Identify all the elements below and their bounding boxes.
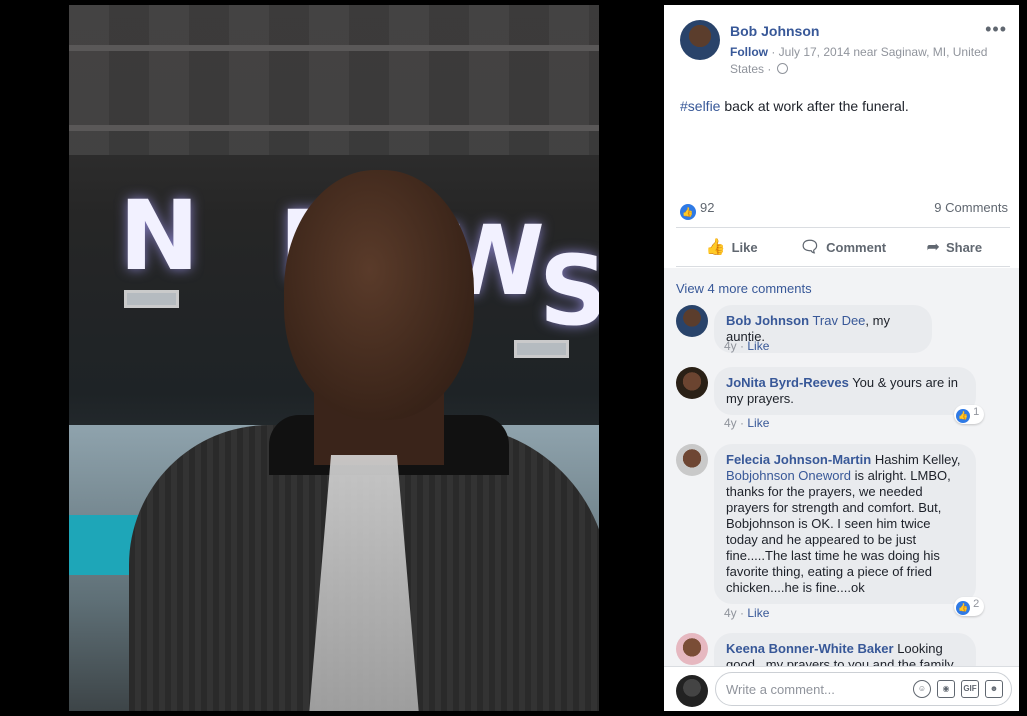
current-user-avatar [676, 675, 708, 707]
commenter-avatar[interactable] [676, 633, 708, 665]
commenter-avatar[interactable] [676, 367, 708, 399]
post-sidebar: Bob Johnson ••• Follow · July 17, 2014 n… [664, 5, 1019, 711]
comment-meta: 4y · Like [724, 606, 770, 620]
tagged-user[interactable]: Bobjohnson Oneword [726, 468, 851, 483]
like-reaction-icon: 👍 [956, 601, 970, 615]
view-more-comments-link[interactable]: View 4 more comments [676, 281, 812, 296]
hashtag-link[interactable]: #selfie [680, 98, 720, 114]
share-button[interactable]: ➦ Share [899, 228, 1010, 266]
comments-section: View 4 more comments Bob Johnson Trav De… [664, 268, 1019, 666]
post-photo[interactable]: N E W S [69, 5, 599, 711]
tagged-user[interactable]: Trav Dee [812, 313, 865, 328]
like-button[interactable]: 👍 Like [676, 228, 787, 266]
comment-item: Keena Bonner-White Baker Looking good...… [676, 633, 996, 666]
comment-like-link[interactable]: Like [747, 416, 769, 430]
thumbs-up-icon: 👍 [705, 239, 726, 256]
follow-link[interactable]: Follow [730, 45, 768, 59]
comment-label: Comment [826, 239, 887, 255]
post-body: back at work after the funeral. [720, 98, 909, 114]
sticker-icon[interactable]: ☻ [985, 680, 1003, 698]
comment-item: Felecia Johnson-Martin Hashim Kelley, Bo… [676, 444, 996, 624]
comment-text-prefix: Hashim Kelley, [871, 452, 961, 467]
comment-placeholder: Write a comment... [726, 682, 835, 697]
emoji-icon[interactable]: ☺ [913, 680, 931, 698]
author-avatar[interactable] [680, 20, 720, 60]
sign-letter: N [119, 180, 200, 292]
comment-like-link[interactable]: Like [747, 606, 769, 620]
ceiling-light [124, 290, 179, 308]
comment-item: Bob Johnson Trav Dee, my auntie. 4y · Li… [676, 305, 996, 355]
ceiling [69, 5, 599, 155]
comment-reactions[interactable]: 👍 2 [954, 597, 985, 616]
like-reaction-icon: 👍 [680, 204, 696, 220]
post-stats: 👍 92 9 Comments [680, 200, 1008, 220]
ceiling-beam [69, 125, 599, 131]
sign-letter: S [539, 235, 599, 347]
action-bar: 👍 Like 🗨 Comment ➦ Share [676, 227, 1010, 267]
like-reaction-icon: 👍 [956, 409, 970, 423]
post-header: Bob Johnson ••• Follow · July 17, 2014 n… [664, 5, 1019, 185]
comment-time[interactable]: 4y [724, 606, 737, 620]
more-options-icon[interactable]: ••• [985, 19, 1007, 40]
comment-time[interactable]: 4y [724, 416, 737, 430]
speech-bubble-icon: 🗨 [799, 239, 821, 256]
share-arrow-icon: ➦ [926, 239, 940, 256]
comment-reactions[interactable]: 👍 1 [954, 405, 985, 424]
comment-like-link[interactable]: Like [747, 339, 769, 353]
author-name[interactable]: Bob Johnson [730, 23, 819, 39]
camera-icon[interactable]: ◉ [937, 680, 955, 698]
post-text: #selfie back at work after the funeral. [680, 98, 909, 114]
comment-time[interactable]: 4y [724, 339, 737, 353]
comment-meta: 4y · Like [724, 416, 770, 430]
gif-icon[interactable]: GIF [961, 680, 979, 698]
comment-text: is alright. LMBO, thanks for the prayers… [726, 468, 951, 595]
comment-composer: Write a comment... ☺ ◉ GIF ☻ [664, 666, 1019, 711]
commenter-avatar[interactable] [676, 444, 708, 476]
like-label: Like [731, 239, 758, 255]
comment-input[interactable]: Write a comment... ☺ ◉ GIF ☻ [715, 672, 1012, 706]
comment-bubble: Felecia Johnson-Martin Hashim Kelley, Bo… [714, 444, 976, 604]
comment-bubble: JoNita Byrd-Reeves You & yours are in my… [714, 367, 976, 415]
commenter-name[interactable]: Felecia Johnson-Martin [726, 452, 871, 467]
comment-bubble: Keena Bonner-White Baker Looking good...… [714, 633, 976, 666]
commenter-name[interactable]: JoNita Byrd-Reeves [726, 375, 849, 390]
comment-meta: 4y · Like [724, 339, 770, 353]
photo-stage: N E W S [0, 0, 664, 716]
composer-icons: ☺ ◉ GIF ☻ [913, 680, 1003, 698]
commenter-avatar[interactable] [676, 305, 708, 337]
person-head [284, 170, 474, 420]
comment-item: JoNita Byrd-Reeves You & yours are in my… [676, 367, 996, 437]
ceiling-light [514, 340, 569, 358]
reaction-count: 2 [973, 598, 980, 610]
share-label: Share [945, 239, 983, 255]
post-date-location[interactable]: · July 17, 2014 near Saginaw, MI, United… [730, 45, 987, 76]
reaction-count[interactable]: 92 [700, 200, 714, 215]
globe-icon [776, 63, 788, 74]
commenter-name[interactable]: Bob Johnson [726, 313, 809, 328]
reaction-count: 1 [973, 406, 980, 418]
post-meta: Follow · July 17, 2014 near Saginaw, MI,… [730, 44, 1000, 78]
comment-button[interactable]: 🗨 Comment [787, 228, 898, 266]
ceiling-beam [69, 45, 599, 51]
comment-count[interactable]: 9 Comments [934, 200, 1008, 215]
commenter-name[interactable]: Keena Bonner-White Baker [726, 641, 894, 656]
